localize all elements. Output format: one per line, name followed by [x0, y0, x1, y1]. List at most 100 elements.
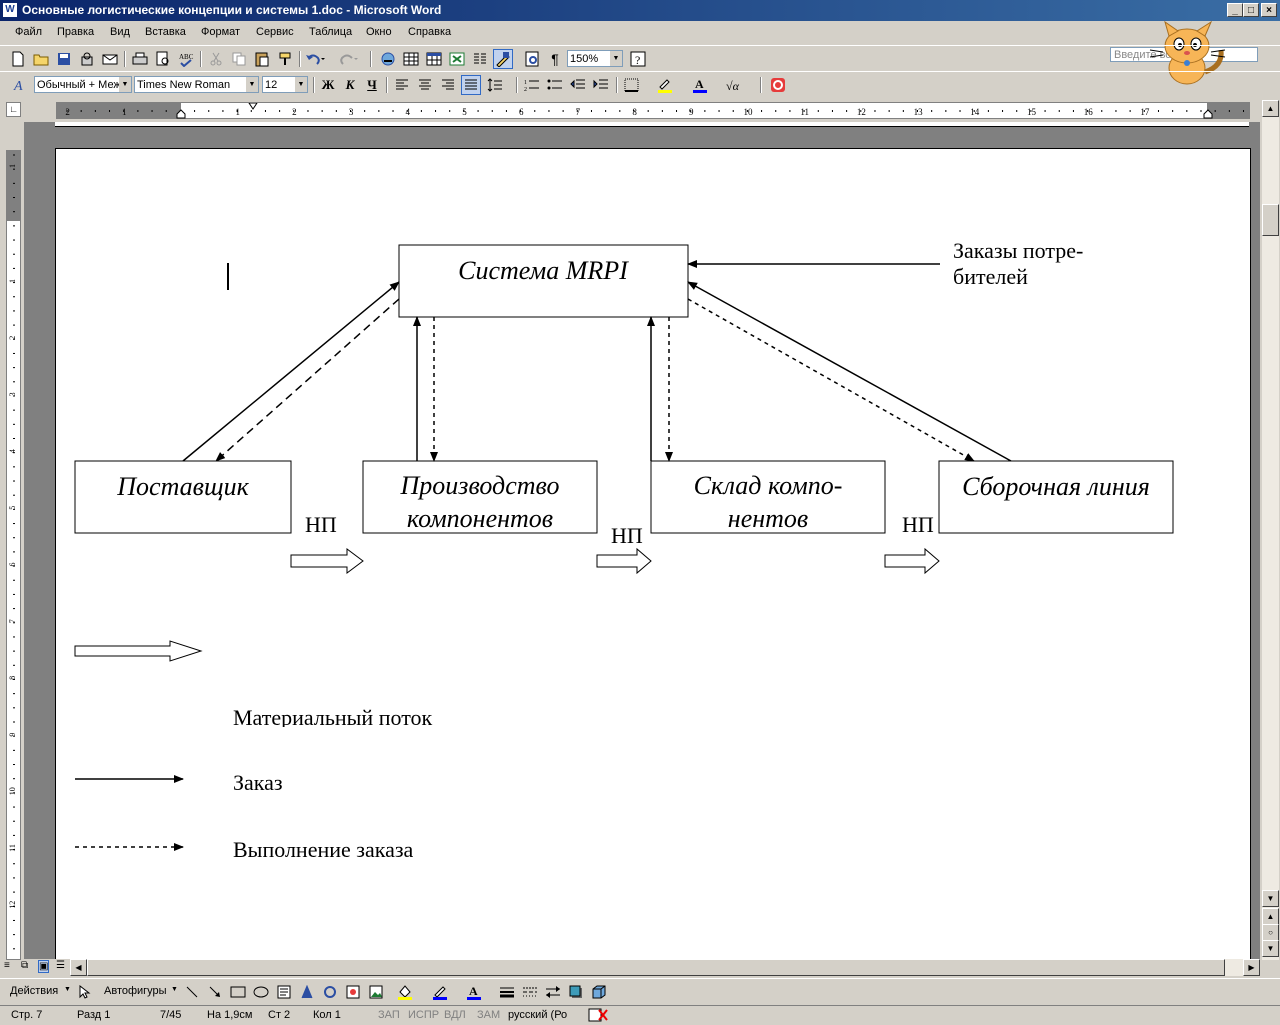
line-spacing-icon[interactable]: [486, 75, 506, 95]
3d-style-icon[interactable]: [589, 982, 609, 1002]
status-ext[interactable]: ВДЛ: [444, 1009, 466, 1021]
style-select[interactable]: Обычный + Меж ▼: [34, 76, 132, 93]
draw-font-color-icon[interactable]: A: [464, 982, 484, 1002]
email-icon[interactable]: [100, 49, 120, 69]
print-icon[interactable]: [130, 49, 150, 69]
menu-file[interactable]: Файл: [15, 26, 42, 38]
next-page-button[interactable]: ▼: [1262, 940, 1279, 957]
status-rec[interactable]: ЗАП: [378, 1009, 400, 1021]
menu-edit[interactable]: Правка: [57, 26, 94, 38]
menu-tools[interactable]: Сервис: [256, 26, 294, 38]
font-select[interactable]: Times New Roman ▼: [134, 76, 259, 93]
maximize-button[interactable]: □: [1243, 3, 1259, 17]
rectangle-tool-icon[interactable]: [228, 982, 248, 1002]
scroll-left-button[interactable]: ◀: [70, 959, 87, 976]
horizontal-scroll-thumb[interactable]: [87, 959, 1225, 976]
underline-button[interactable]: Ч: [362, 75, 382, 95]
dash-style-icon[interactable]: [520, 982, 540, 1002]
equation-icon[interactable]: √α: [725, 75, 745, 95]
open-folder-icon[interactable]: [31, 49, 51, 69]
draw-actions-menu[interactable]: Действия: [10, 985, 58, 997]
justify-icon[interactable]: [461, 75, 481, 95]
paste-icon[interactable]: [252, 49, 272, 69]
autoshapes-menu[interactable]: Автофигуры: [104, 985, 167, 997]
right-indent-marker[interactable]: [1203, 109, 1213, 119]
scroll-up-button[interactable]: ▲: [1262, 100, 1279, 117]
help-icon[interactable]: ?: [628, 49, 648, 69]
font-size-select[interactable]: 12 ▼: [262, 76, 308, 93]
align-right-icon[interactable]: [438, 75, 458, 95]
columns-icon[interactable]: [470, 49, 490, 69]
line-tool-icon[interactable]: [182, 982, 202, 1002]
zoom-select[interactable]: 150% ▼: [567, 50, 623, 67]
italic-button[interactable]: К: [340, 75, 360, 95]
insert-excel-icon[interactable]: [447, 49, 467, 69]
status-ovr[interactable]: ЗАМ: [477, 1009, 500, 1021]
font-color-icon[interactable]: A: [690, 75, 710, 95]
menu-format[interactable]: Формат: [201, 26, 240, 38]
line-color-icon[interactable]: [430, 982, 450, 1002]
fill-color-icon[interactable]: [395, 982, 415, 1002]
menu-insert[interactable]: Вставка: [145, 26, 186, 38]
insert-table-icon[interactable]: [424, 49, 444, 69]
hyperlink-icon[interactable]: [378, 49, 398, 69]
spelling-icon[interactable]: ABC: [176, 49, 196, 69]
align-center-icon[interactable]: [415, 75, 435, 95]
format-painter-icon[interactable]: [275, 49, 295, 69]
arrow-style-icon[interactable]: [543, 982, 563, 1002]
highlight-icon[interactable]: [655, 75, 675, 95]
tables-borders-icon[interactable]: [401, 49, 421, 69]
menu-view[interactable]: Вид: [110, 26, 130, 38]
align-left-icon[interactable]: [392, 75, 412, 95]
wordart-icon[interactable]: [297, 982, 317, 1002]
insert-picture-icon[interactable]: [366, 982, 386, 1002]
status-trk[interactable]: ИСПР: [408, 1009, 439, 1021]
spelling-status-icon[interactable]: [588, 1008, 610, 1022]
arrow-tool-icon[interactable]: [205, 982, 225, 1002]
close-button[interactable]: ×: [1261, 3, 1277, 17]
decrease-indent-icon[interactable]: [568, 75, 588, 95]
oval-tool-icon[interactable]: [251, 982, 271, 1002]
select-browse-object-button[interactable]: ○: [1262, 924, 1279, 941]
line-style-icon[interactable]: [497, 982, 517, 1002]
drawing-toggle-icon[interactable]: [493, 49, 513, 69]
vertical-ruler[interactable]: 1 1 2 3 4 5 6 7 8 9 10 11 12: [6, 150, 21, 960]
select-objects-icon[interactable]: [74, 982, 94, 1002]
menu-help[interactable]: Справка: [408, 26, 451, 38]
clipart-icon[interactable]: [343, 982, 363, 1002]
research-icon[interactable]: [768, 75, 788, 95]
scroll-thumb[interactable]: [1262, 204, 1279, 236]
redo-icon[interactable]: [338, 49, 358, 69]
show-formatting-icon[interactable]: ¶: [545, 49, 565, 69]
numbering-icon[interactable]: 12: [522, 75, 542, 95]
bold-button[interactable]: Ж: [318, 75, 338, 95]
scroll-right-button[interactable]: ▶: [1243, 959, 1260, 976]
normal-view-icon[interactable]: ≡: [4, 960, 10, 971]
menu-window[interactable]: Окно: [366, 26, 392, 38]
bullets-icon[interactable]: [545, 75, 565, 95]
web-view-icon[interactable]: ⧉: [21, 960, 28, 971]
copy-icon[interactable]: [229, 49, 249, 69]
cut-icon[interactable]: [206, 49, 226, 69]
styles-formatting-icon[interactable]: A: [10, 75, 30, 95]
scroll-down-button[interactable]: ▼: [1262, 890, 1279, 907]
print-layout-view-icon[interactable]: ▣: [38, 960, 50, 973]
document-page[interactable]: Система MRPI Заказы потре- бителей Поста…: [55, 148, 1251, 959]
new-document-icon[interactable]: [8, 49, 28, 69]
first-line-indent-marker[interactable]: [248, 103, 258, 110]
undo-icon[interactable]: [305, 49, 325, 69]
previous-page-button[interactable]: ▲: [1262, 908, 1279, 925]
menu-table[interactable]: Таблица: [309, 26, 352, 38]
outline-view-icon[interactable]: ☰: [56, 960, 65, 971]
vertical-scrollbar[interactable]: ▲ ▼ ▲ ○ ▼: [1262, 100, 1279, 960]
textbox-tool-icon[interactable]: [274, 982, 294, 1002]
document-map-icon[interactable]: [522, 49, 542, 69]
diagram-tool-icon[interactable]: [320, 982, 340, 1002]
tab-selector-icon[interactable]: ∟: [6, 102, 21, 117]
increase-indent-icon[interactable]: [591, 75, 611, 95]
print-preview-icon[interactable]: [153, 49, 173, 69]
borders-icon[interactable]: [622, 75, 642, 95]
minimize-button[interactable]: _: [1227, 3, 1243, 17]
save-icon[interactable]: [54, 49, 74, 69]
left-indent-marker[interactable]: [176, 109, 186, 119]
